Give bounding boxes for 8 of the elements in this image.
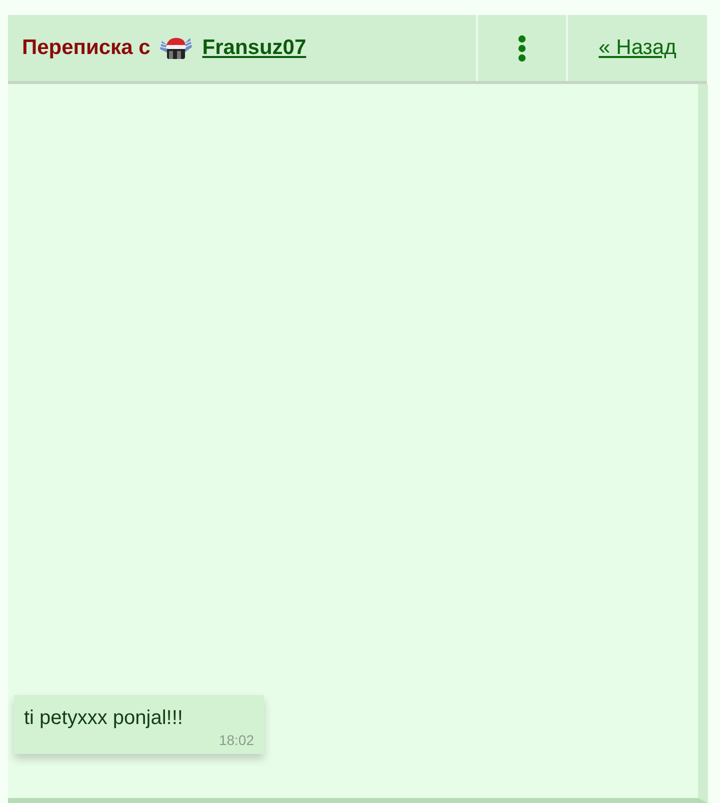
avatar-icon <box>158 35 194 61</box>
chat-title: Переписка с <box>22 35 150 62</box>
back-link[interactable]: « Назад <box>598 32 676 64</box>
message-text: ti petyxxx ponjal!!! <box>24 706 184 731</box>
message-time: 18:02 <box>218 731 254 749</box>
menu-button[interactable] <box>478 15 566 81</box>
username-link[interactable]: Fransuz07 <box>202 32 306 64</box>
kebab-menu-icon <box>518 34 526 62</box>
